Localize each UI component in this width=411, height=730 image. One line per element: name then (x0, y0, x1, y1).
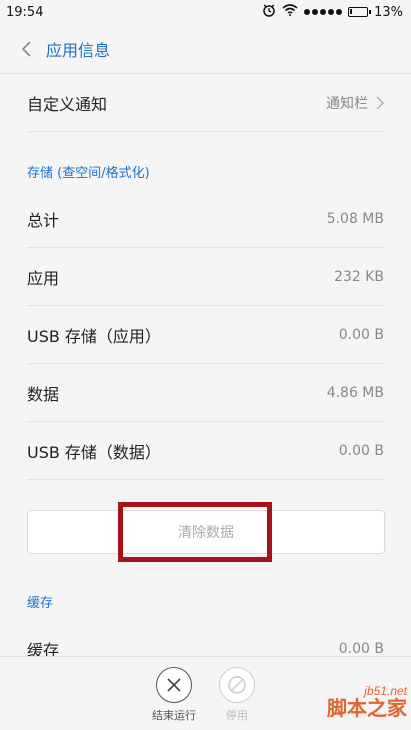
storage-data-row: 数据 4.86 MB (27, 364, 384, 422)
disable-button[interactable]: 停用 (207, 667, 267, 723)
chevron-right-icon (376, 96, 384, 109)
storage-usb-data-row: USB 存储（数据） 0.00 B (27, 422, 384, 480)
storage-usb-app-row: USB 存储（应用） 0.00 B (27, 306, 384, 364)
storage-section-title[interactable]: 存储 (查空间/格式化) (27, 162, 150, 181)
custom-notification-value-group: 通知栏 (326, 93, 384, 113)
cache-section-title: 缓存 (27, 596, 54, 611)
wifi-icon (282, 4, 298, 20)
back-arrow-icon[interactable] (16, 38, 38, 60)
storage-total-label: 总计 (27, 210, 60, 230)
status-bar: 19:54 13% (0, 0, 411, 24)
watermark-name: 脚本之家 (327, 698, 407, 720)
force-stop-button[interactable]: 结束运行 (144, 667, 204, 723)
signal-icon (304, 9, 343, 15)
close-icon (156, 667, 192, 703)
custom-notification-row[interactable]: 自定义通知 通知栏 (27, 74, 384, 132)
alarm-icon (262, 3, 276, 21)
storage-app-row: 应用 232 KB (27, 248, 384, 306)
custom-notification-value: 通知栏 (326, 95, 368, 112)
clear-data-button[interactable]: 清除数据 (27, 510, 385, 554)
disable-icon (219, 667, 255, 703)
storage-usb-data-label: USB 存储（数据） (27, 442, 161, 462)
status-time: 19:54 (6, 4, 44, 20)
watermark-logo: jb51.net 脚本之家 (299, 684, 407, 728)
force-stop-label: 结束运行 (152, 709, 196, 722)
battery-icon (348, 7, 372, 17)
page-title: 应用信息 (46, 40, 111, 60)
storage-usb-app-value: 0.00 B (338, 326, 384, 343)
storage-app-value: 232 KB (334, 268, 384, 285)
status-icons: 13% (262, 3, 403, 21)
storage-usb-data-value: 0.00 B (338, 442, 384, 459)
storage-total-row: 总计 5.08 MB (27, 190, 384, 248)
storage-data-value: 4.86 MB (326, 384, 384, 401)
custom-notification-label: 自定义通知 (27, 94, 108, 114)
battery-percent: 13% (374, 4, 403, 20)
storage-app-label: 应用 (27, 268, 60, 288)
storage-data-label: 数据 (27, 384, 60, 404)
app-header: 应用信息 (0, 24, 411, 74)
disable-label: 停用 (226, 709, 248, 722)
storage-usb-app-label: USB 存储（应用） (27, 326, 161, 346)
storage-total-value: 5.08 MB (326, 210, 384, 227)
watermark-url: jb51.net (364, 684, 407, 698)
cache-value: 0.00 B (338, 641, 384, 657)
